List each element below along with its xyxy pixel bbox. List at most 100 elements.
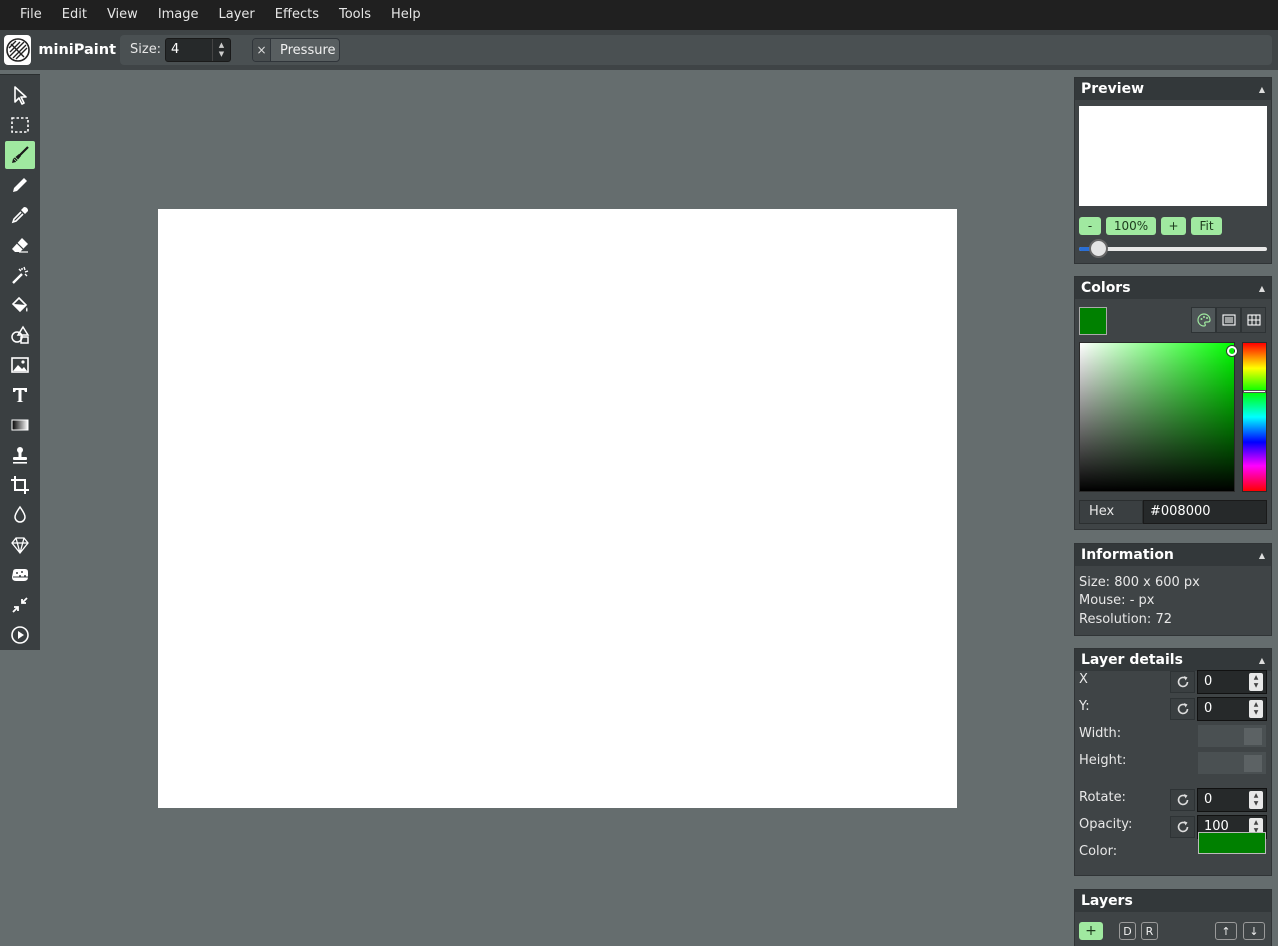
move-layer-down-button[interactable]: ↓ — [1243, 922, 1265, 940]
layer-details-panel: Layer details ▲ X 0 ▲ ▼ Y: 0 ▲ ▼ Width: He… — [1074, 648, 1272, 876]
menu-tools[interactable]: Tools — [329, 0, 381, 30]
information-header[interactable]: Information ▲ — [1075, 544, 1271, 566]
menu-edit[interactable]: Edit — [52, 0, 97, 30]
eyedropper-icon[interactable] — [5, 201, 35, 229]
menu-view[interactable]: View — [97, 0, 148, 30]
y-input[interactable]: 0 ▲ ▼ — [1197, 697, 1267, 721]
layers-header[interactable]: Layers — [1075, 890, 1271, 912]
x-input[interactable]: 0 ▲ ▼ — [1197, 670, 1267, 694]
play-circle-icon[interactable] — [5, 621, 35, 649]
menu-effects[interactable]: Effects — [265, 0, 329, 30]
hue-slider-handle[interactable] — [1243, 390, 1266, 393]
chevron-up-icon[interactable]: ▲ — [219, 41, 224, 50]
sponge-icon[interactable] — [5, 561, 35, 589]
gradient-icon[interactable] — [5, 411, 35, 439]
diamond-icon[interactable] — [5, 531, 35, 559]
size-input[interactable]: 4 ▲ ▼ — [165, 38, 231, 62]
eraser-icon[interactable] — [5, 231, 35, 259]
brush-icon[interactable] — [5, 141, 35, 169]
x-value: 0 — [1204, 674, 1213, 689]
y-label: Y: — [1079, 699, 1090, 714]
magic-wand-icon[interactable] — [5, 261, 35, 289]
saturation-picker-handle[interactable] — [1227, 346, 1237, 356]
panel-title: Colors — [1081, 280, 1131, 296]
rotate-stepper[interactable]: ▲ ▼ — [1249, 791, 1263, 809]
mouse-position-info: Mouse: - px — [1079, 593, 1155, 608]
y-stepper[interactable]: ▲ ▼ — [1249, 700, 1263, 718]
raster-layer-button[interactable]: R — [1141, 922, 1158, 940]
x-reset-button[interactable] — [1170, 671, 1195, 693]
paint-bucket-icon[interactable] — [5, 291, 35, 319]
collapse-arrow-icon[interactable]: ▲ — [1259, 656, 1265, 665]
zoom-in-button[interactable]: + — [1161, 217, 1186, 235]
zoom-out-button[interactable]: - — [1079, 217, 1101, 235]
grid-icon — [1246, 314, 1261, 326]
pressure-toggle[interactable]: × Pressure — [252, 38, 340, 62]
size-stepper[interactable]: ▲ ▼ — [212, 39, 230, 61]
tool-attributes: Size: 4 ▲ ▼ × Pressure — [120, 35, 1272, 65]
colors-panel: Colors ▲ Hex #008000 — [1074, 276, 1272, 530]
rotate-label: Rotate: — [1079, 790, 1126, 805]
droplet-icon[interactable] — [5, 501, 35, 529]
add-layer-button[interactable]: + — [1079, 922, 1103, 940]
y-reset-button[interactable] — [1170, 698, 1195, 720]
palette-mode-button[interactable] — [1191, 307, 1216, 333]
shapes-icon[interactable] — [5, 321, 35, 349]
image-icon[interactable] — [5, 351, 35, 379]
duplicate-layer-button[interactable]: D — [1119, 922, 1136, 940]
zoom-slider-handle[interactable] — [1089, 239, 1108, 258]
menu-layer[interactable]: Layer — [209, 0, 265, 30]
list-mode-button[interactable] — [1216, 307, 1241, 333]
tools-panel — [0, 74, 40, 650]
app-logo[interactable]: miniPaint — [4, 34, 116, 66]
refresh-icon — [1177, 821, 1188, 833]
saturation-picker[interactable] — [1079, 342, 1235, 492]
menu-image[interactable]: Image — [148, 0, 209, 30]
hue-slider[interactable] — [1242, 342, 1267, 492]
close-icon[interactable]: × — [253, 39, 271, 61]
image-size-info: Size: 800 x 600 px — [1079, 575, 1200, 590]
collapse-arrow-icon[interactable]: ▲ — [1259, 284, 1265, 293]
dashed-rectangle-icon[interactable] — [5, 111, 35, 139]
collapse-arrow-icon[interactable]: ▲ — [1259, 85, 1265, 94]
fit-button[interactable]: Fit — [1191, 217, 1222, 235]
minipaint-logo-icon — [4, 35, 32, 65]
width-label: Width: — [1079, 726, 1122, 741]
text-icon[interactable] — [5, 381, 35, 409]
collapse-arrow-icon[interactable]: ▲ — [1259, 551, 1265, 560]
crop-icon[interactable] — [5, 471, 35, 499]
grid-mode-button[interactable] — [1241, 307, 1266, 333]
layer-details-header[interactable]: Layer details ▲ — [1075, 649, 1271, 671]
current-color-swatch[interactable] — [1079, 307, 1107, 335]
hex-input[interactable]: #008000 — [1143, 500, 1267, 524]
x-stepper[interactable]: ▲ ▼ — [1249, 673, 1263, 691]
preview-header[interactable]: Preview ▲ — [1075, 78, 1271, 100]
layer-color-input[interactable] — [1198, 832, 1266, 854]
menu-file[interactable]: File — [10, 0, 52, 30]
menu-help[interactable]: Help — [381, 0, 431, 30]
drawing-canvas[interactable] — [158, 209, 957, 808]
refresh-icon — [1177, 794, 1188, 806]
size-value: 4 — [171, 42, 180, 57]
stamp-icon[interactable] — [5, 441, 35, 469]
arrow-pointer-icon[interactable] — [5, 81, 35, 109]
colors-header[interactable]: Colors ▲ — [1075, 277, 1271, 299]
x-label: X — [1079, 672, 1088, 687]
opacity-reset-button[interactable] — [1170, 816, 1195, 838]
app-name: miniPaint — [38, 42, 116, 58]
chevron-down-icon[interactable]: ▼ — [219, 50, 224, 59]
zoom-slider[interactable] — [1079, 239, 1267, 258]
panel-title: Layer details — [1081, 652, 1183, 668]
panel-title: Preview — [1081, 81, 1145, 97]
shrink-arrows-icon[interactable] — [5, 591, 35, 619]
preview-thumbnail[interactable] — [1079, 106, 1267, 206]
rotate-value: 0 — [1204, 792, 1213, 807]
zoom-level-button[interactable]: 100% — [1106, 217, 1156, 235]
resolution-info: Resolution: 72 — [1079, 612, 1172, 627]
color-label: Color: — [1079, 844, 1118, 859]
rotate-input[interactable]: 0 ▲ ▼ — [1197, 788, 1267, 812]
rotate-reset-button[interactable] — [1170, 789, 1195, 811]
size-label: Size: — [130, 42, 162, 57]
pencil-icon[interactable] — [5, 171, 35, 199]
move-layer-up-button[interactable]: ↑ — [1215, 922, 1237, 940]
